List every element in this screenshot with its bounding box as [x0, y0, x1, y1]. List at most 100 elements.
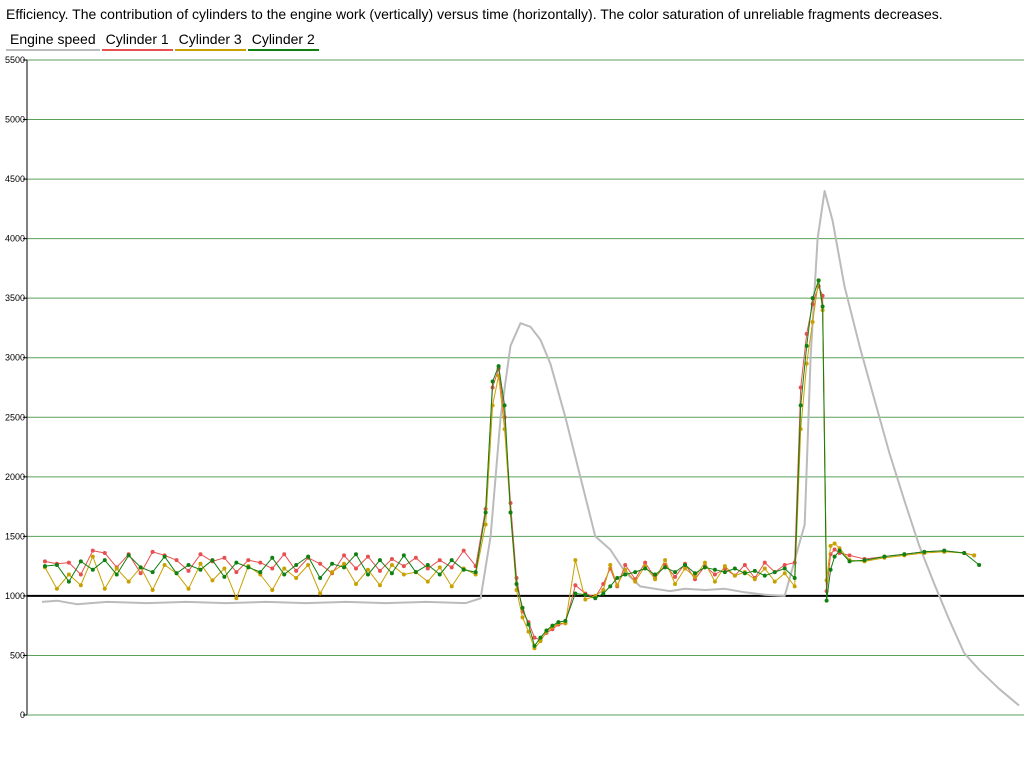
data-point-cylinder-2 [258, 570, 263, 575]
data-point-cylinder-2 [828, 567, 833, 572]
data-point-cylinder-2 [490, 379, 495, 384]
data-point-cylinder-3 [683, 566, 688, 571]
data-point-cylinder-2 [114, 572, 119, 577]
data-point-cylinder-1 [198, 552, 203, 557]
data-point-cylinder-1 [270, 566, 275, 571]
data-point-cylinder-1 [342, 553, 347, 558]
data-point-cylinder-3 [520, 615, 525, 620]
data-point-cylinder-2 [712, 567, 717, 572]
data-point-cylinder-2 [270, 555, 275, 560]
data-point-cylinder-3 [792, 584, 797, 589]
data-point-cylinder-2 [550, 623, 555, 628]
data-point-cylinder-2 [583, 592, 588, 597]
data-point-cylinder-2 [820, 304, 825, 309]
data-point-cylinder-2 [246, 565, 251, 570]
data-point-cylinder-1 [449, 565, 454, 570]
data-point-cylinder-2 [862, 558, 867, 563]
data-point-cylinder-3 [712, 579, 717, 584]
data-point-cylinder-2 [294, 562, 299, 567]
data-point-cylinder-2 [782, 566, 787, 571]
data-point-cylinder-3 [401, 572, 406, 577]
data-point-cylinder-1 [762, 560, 767, 565]
data-point-cylinder-2 [742, 571, 747, 576]
data-point-cylinder-3 [972, 553, 977, 558]
data-point-cylinder-1 [413, 555, 418, 560]
data-point-cylinder-1 [258, 560, 263, 565]
data-point-cylinder-3 [752, 577, 757, 582]
data-point-cylinder-3 [234, 596, 239, 601]
data-point-cylinder-2 [210, 558, 215, 563]
data-point-cylinder-1 [673, 574, 678, 579]
data-point-cylinder-3 [772, 579, 777, 584]
data-point-cylinder-3 [210, 578, 215, 583]
data-point-cylinder-2 [425, 562, 430, 567]
series-line-cylinder-3 [44, 279, 975, 649]
data-point-cylinder-2 [483, 510, 488, 515]
data-point-cylinder-2 [977, 562, 982, 567]
data-point-cylinder-2 [692, 571, 697, 576]
data-point-cylinder-2 [643, 566, 648, 571]
data-point-cylinder-3 [389, 562, 394, 567]
data-point-cylinder-2 [962, 551, 967, 556]
data-point-cylinder-2 [847, 559, 852, 564]
data-point-cylinder-1 [401, 564, 406, 569]
data-point-cylinder-1 [377, 568, 382, 573]
data-point-cylinder-3 [798, 427, 803, 432]
data-point-cylinder-3 [615, 583, 620, 588]
data-point-cylinder-2 [54, 562, 59, 567]
data-point-cylinder-3 [114, 566, 119, 571]
data-point-cylinder-1 [174, 558, 179, 563]
data-point-cylinder-2 [816, 278, 821, 283]
data-point-cylinder-2 [824, 598, 829, 603]
data-point-cylinder-2 [198, 567, 203, 572]
data-point-cylinder-2 [623, 572, 628, 577]
y-tick-label: 4000 [5, 234, 25, 244]
y-tick-label: 2500 [5, 412, 25, 422]
data-point-cylinder-3 [810, 320, 815, 324]
data-point-cylinder-2 [532, 643, 537, 648]
data-point-cylinder-2 [593, 596, 598, 601]
data-point-cylinder-3 [692, 574, 697, 579]
data-point-cylinder-2 [702, 565, 707, 570]
series-line-cylinder-2 [44, 279, 980, 647]
data-point-cylinder-1 [354, 566, 359, 571]
data-point-cylinder-2 [663, 565, 668, 570]
data-point-cylinder-3 [54, 586, 59, 591]
data-point-cylinder-3 [673, 582, 678, 586]
data-point-cylinder-2 [752, 568, 757, 573]
data-point-cylinder-1 [782, 562, 787, 567]
data-point-cylinder-3 [633, 579, 638, 584]
data-point-cylinder-2 [810, 296, 815, 301]
y-tick-label: 3000 [5, 353, 25, 363]
data-point-cylinder-2 [342, 565, 347, 570]
data-point-cylinder-3 [282, 566, 287, 571]
data-point-cylinder-1 [832, 547, 837, 552]
data-point-cylinder-1 [138, 571, 143, 576]
data-point-cylinder-1 [389, 556, 394, 561]
data-point-cylinder-1 [150, 549, 155, 554]
data-point-cylinder-1 [643, 560, 648, 565]
data-point-cylinder-1 [78, 572, 83, 577]
data-point-cylinder-1 [573, 583, 578, 588]
data-point-cylinder-2 [942, 548, 947, 553]
data-point-cylinder-2 [78, 559, 83, 564]
data-point-cylinder-1 [66, 560, 71, 565]
data-point-cylinder-3 [126, 579, 131, 584]
data-point-cylinder-3 [186, 586, 191, 591]
data-point-cylinder-3 [78, 583, 83, 588]
data-point-cylinder-2 [150, 570, 155, 575]
data-point-cylinder-2 [377, 558, 382, 563]
data-point-cylinder-3 [702, 560, 707, 565]
data-point-cylinder-2 [186, 562, 191, 567]
data-point-cylinder-1 [186, 568, 191, 573]
data-point-cylinder-1 [712, 572, 717, 577]
data-point-cylinder-3 [828, 543, 833, 548]
data-point-cylinder-3 [732, 573, 737, 578]
data-point-cylinder-3 [449, 584, 454, 589]
data-point-cylinder-1 [246, 558, 251, 563]
data-point-cylinder-2 [902, 552, 907, 557]
data-point-cylinder-2 [520, 605, 525, 610]
data-point-cylinder-2 [722, 570, 727, 575]
y-tick-label: 0 [20, 710, 25, 720]
data-point-cylinder-2 [832, 554, 837, 559]
